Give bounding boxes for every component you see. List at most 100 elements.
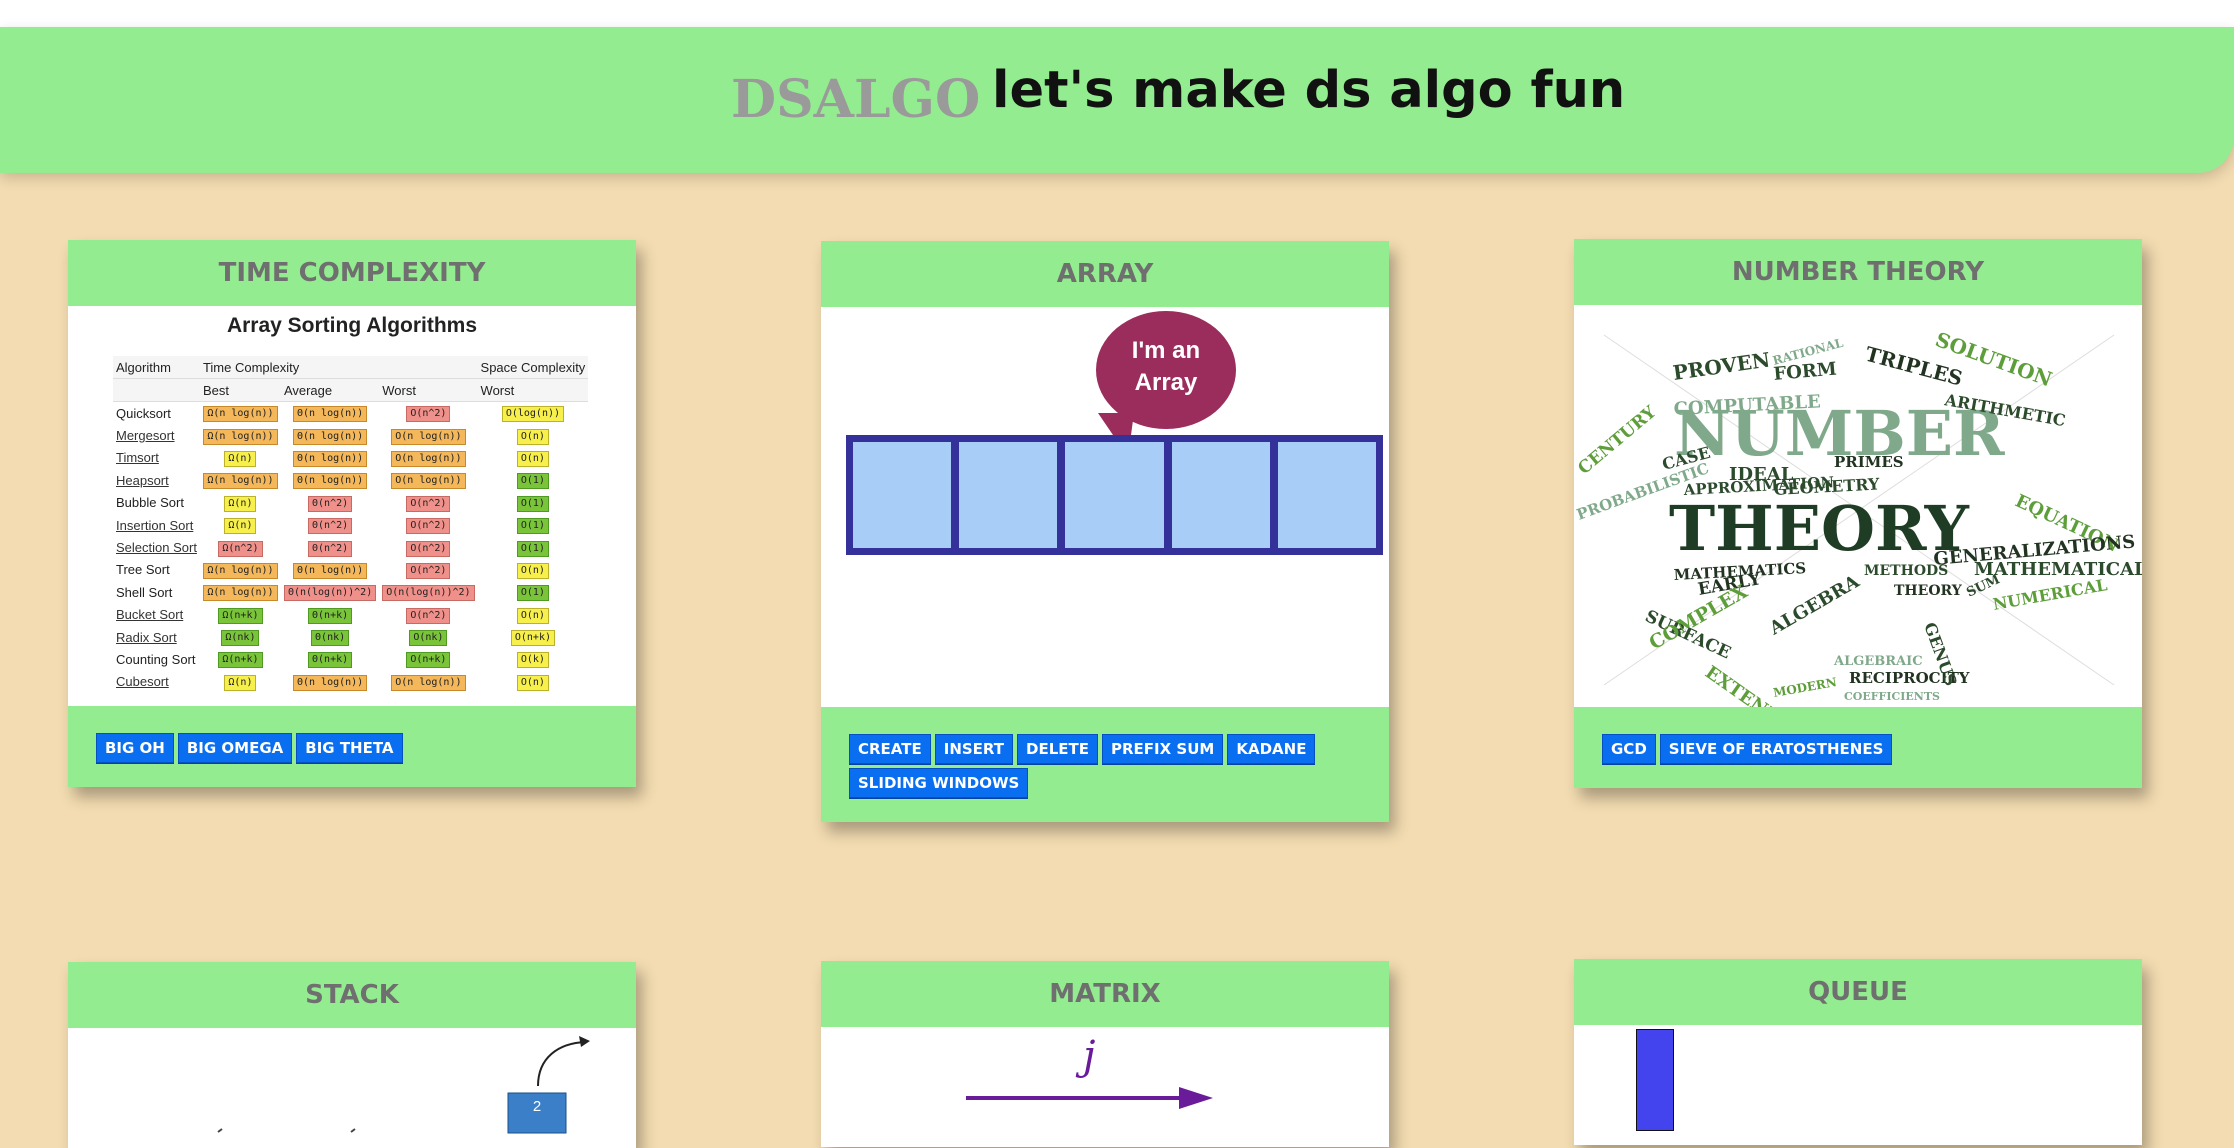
card-title: STACK xyxy=(305,980,399,1010)
average-cell: Θ(n log(n)) xyxy=(281,402,379,425)
card-image-time-complexity-table[interactable]: Array Sorting Algorithms Algorithm Time … xyxy=(68,306,636,706)
worst-value: O(n^2) xyxy=(406,562,451,579)
array-diagram xyxy=(846,435,1383,555)
best-value: Ω(n log(n)) xyxy=(203,585,278,602)
algorithm-link[interactable]: Selection Sort xyxy=(113,536,200,558)
worst-value: O(nk) xyxy=(409,630,448,647)
worst-value: O(n log(n)) xyxy=(391,674,466,691)
brand-logo-text[interactable]: DSALGO xyxy=(731,69,980,130)
worst-value: O(n log(n)) xyxy=(391,473,466,490)
average-cell: Θ(n log(n)) xyxy=(281,447,379,469)
card-title: QUEUE xyxy=(1808,977,1908,1007)
space-cell: O(1) xyxy=(478,469,589,491)
site-header: DSALGO let's make ds algo fun xyxy=(0,27,2234,173)
card-title: MATRIX xyxy=(1049,979,1161,1009)
card-image-number-theory-wordcloud[interactable]: NUMBER THEORY PROVEN RATIONAL TRIPLES COMPUTA… xyxy=(1574,305,2142,707)
best-cell: Ω(n log(n)) xyxy=(200,402,281,425)
bubble-text-line2: Array xyxy=(1134,369,1198,396)
header-space-complexity: Space Complexity xyxy=(477,356,589,379)
array-cell xyxy=(959,442,1058,548)
average-cell: Θ(n+k) xyxy=(281,604,379,626)
word-cloud-word: MATHEMATICAL xyxy=(1974,559,2142,580)
worst-cell: O(n log(n)) xyxy=(379,671,477,693)
speech-bubble: I'm an Array xyxy=(1096,311,1236,429)
big-omega-button[interactable]: BIG OMEGA xyxy=(177,733,293,763)
worst-cell: O(n+k) xyxy=(379,648,477,670)
algorithm-link[interactable]: Timsort xyxy=(113,447,200,469)
best-cell: Ω(n) xyxy=(200,514,281,536)
queue-element-bar xyxy=(1636,1029,1674,1131)
average-value: Θ(n+k) xyxy=(308,652,353,669)
card-image-array[interactable]: I'm an Array xyxy=(821,307,1389,707)
gcd-button[interactable]: GCD xyxy=(1602,734,1656,764)
space-cell: O(1) xyxy=(478,581,589,603)
algorithm-link[interactable]: Radix Sort xyxy=(113,626,200,648)
algorithm-link[interactable]: Insertion Sort xyxy=(113,514,200,536)
array-cell xyxy=(1277,442,1377,548)
card-buttons: GCD SIEVE OF ERATOSTHENES xyxy=(1574,707,2142,788)
best-cell: Ω(n log(n)) xyxy=(200,469,281,491)
word-cloud-word: NUMERICAL xyxy=(1991,575,2108,614)
sieve-of-eratosthenes-button[interactable]: SIEVE OF ERATOSTHENES xyxy=(1659,734,1893,764)
big-theta-button[interactable]: BIG THETA xyxy=(296,733,403,763)
worst-cell: O(n^2) xyxy=(379,492,477,514)
complexity-table: Algorithm Time Complexity Space Complexi… xyxy=(113,356,589,693)
best-value: Ω(n+k) xyxy=(218,607,263,624)
word-cloud-word: ALGEBRA xyxy=(1765,571,1864,640)
table-row: Shell Sort Ω(n log(n)) Θ(n(log(n))^2) O(n(l… xyxy=(113,581,588,603)
algorithm-link[interactable]: Mergesort xyxy=(113,424,200,446)
card-title: TIME COMPLEXITY xyxy=(218,258,486,288)
kadane-button[interactable]: KADANE xyxy=(1227,734,1316,764)
best-cell: Ω(n) xyxy=(200,447,281,469)
worst-cell: O(n^2) xyxy=(379,514,477,536)
space-cell: O(n) xyxy=(478,671,589,693)
algorithm-name: Counting Sort xyxy=(116,651,196,667)
header-time-complexity: Time Complexity xyxy=(199,356,478,379)
worst-cell: O(n log(n)) xyxy=(379,424,477,446)
column-index-label: j xyxy=(1075,1033,1095,1079)
big-oh-button[interactable]: BIG OH xyxy=(96,733,174,763)
word-cloud-word: COEFFICIENTS xyxy=(1844,690,1940,703)
card-image-stack[interactable]: 2 xyxy=(68,1028,636,1148)
card-title: NUMBER THEORY xyxy=(1731,257,1985,287)
push-arrow xyxy=(537,1041,587,1087)
space-cell: O(n) xyxy=(478,559,589,581)
table-row: Selection Sort Ω(n^2) Θ(n^2) O(n^2) O(1) xyxy=(113,536,588,558)
card-buttons: CREATE INSERT DELETE PREFIX SUM KADANE S… xyxy=(821,707,1389,822)
stack-marks xyxy=(217,1128,356,1133)
card-image-queue[interactable] xyxy=(1574,1025,2142,1145)
table-row: Radix Sort Ω(nk) Θ(nk) O(nk) O(n+k) xyxy=(113,626,588,648)
header-best: Best xyxy=(199,378,281,402)
word-cloud-word: CENTURY xyxy=(1574,402,1660,479)
insert-button[interactable]: INSERT xyxy=(934,734,1014,764)
algorithm-link[interactable]: Cubesort xyxy=(113,671,200,693)
best-cell: Ω(n log(n)) xyxy=(200,581,281,603)
word-cloud: NUMBERTHEORYPROVEN RATIONAL TRIPLESCOMPUTA… xyxy=(1574,327,2142,707)
worst-cell: O(n^2) xyxy=(379,559,477,581)
delete-button[interactable]: DELETE xyxy=(1017,734,1099,764)
worst-value: O(n^2) xyxy=(406,540,451,557)
worst-cell: O(n^2) xyxy=(379,604,477,626)
average-cell: Θ(n log(n)) xyxy=(281,469,379,491)
sliding-windows-button[interactable]: SLIDING WINDOWS xyxy=(849,768,1029,798)
table-row: Cubesort Ω(n) Θ(n log(n)) O(n log(n)) O(n) xyxy=(113,671,588,693)
header-blank xyxy=(113,378,200,402)
table-row: Bucket Sort Ω(n+k) Θ(n+k) O(n^2) O(n) xyxy=(113,604,588,626)
best-value: Ω(n) xyxy=(224,450,257,467)
table-row: Bubble Sort Ω(n) Θ(n^2) O(n^2) O(1) xyxy=(113,492,588,514)
space-value: O(n) xyxy=(516,562,549,579)
algorithm-link[interactable]: Bucket Sort xyxy=(113,604,200,626)
create-button[interactable]: CREATE xyxy=(849,734,931,764)
bubble-text-line1: I'm an xyxy=(1131,337,1201,364)
average-cell: Θ(n log(n)) xyxy=(281,671,379,693)
worst-cell: O(n^2) xyxy=(379,402,477,425)
word-cloud-word: MODERN xyxy=(1772,675,1838,700)
algorithm-link[interactable]: Heapsort xyxy=(113,469,200,491)
best-value: Ω(n) xyxy=(224,518,257,535)
stack-diagram: 2 xyxy=(217,1036,590,1134)
prefix-sum-button[interactable]: PREFIX SUM xyxy=(1102,734,1224,764)
card-image-matrix[interactable]: j xyxy=(821,1027,1389,1147)
array-cell xyxy=(1065,442,1164,548)
space-cell: O(1) xyxy=(478,492,589,514)
word-cloud-word: ALGEBRAIC xyxy=(1833,654,1923,669)
